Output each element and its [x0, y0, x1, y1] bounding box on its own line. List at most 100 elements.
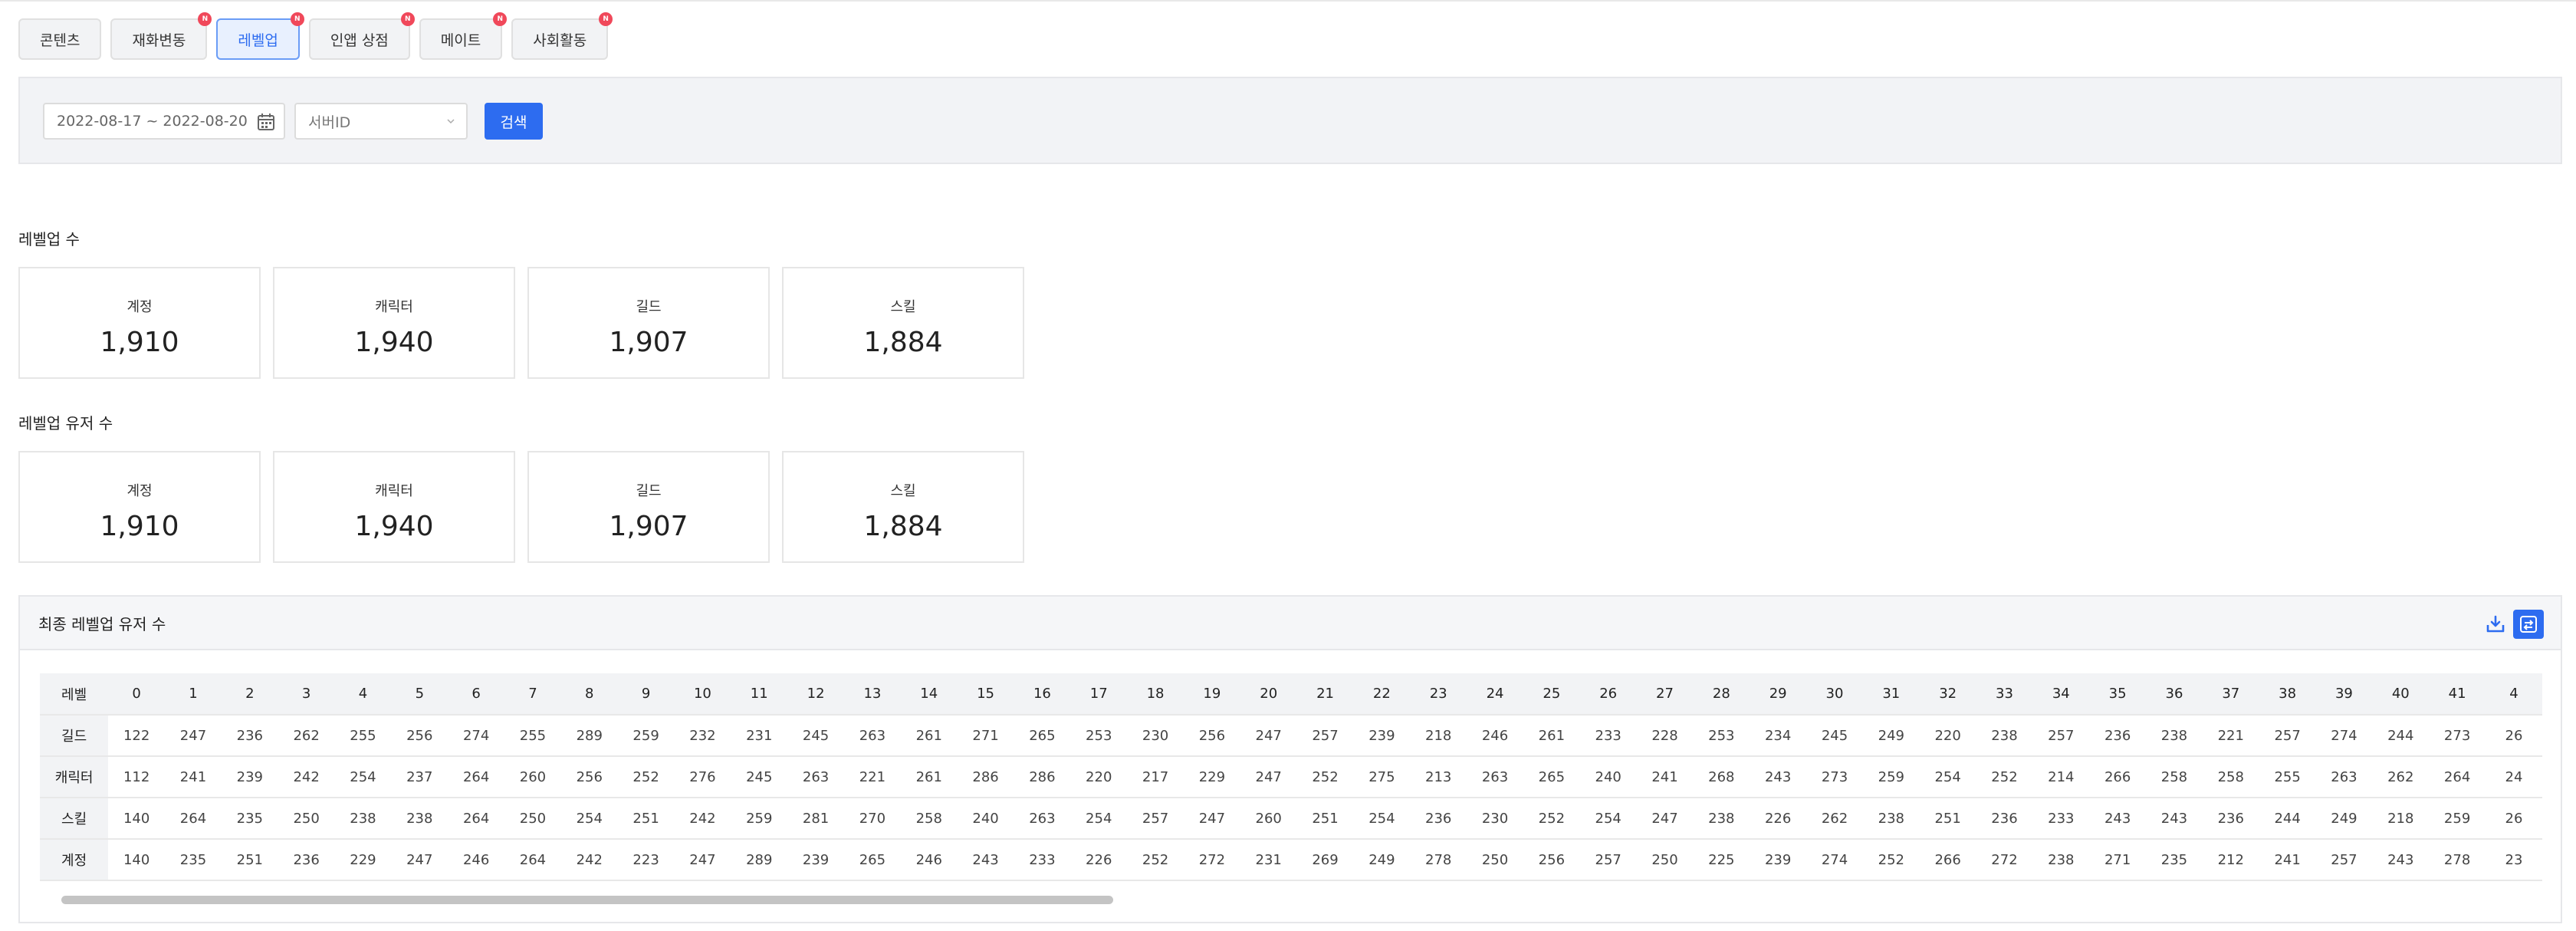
row-label: 스킬 — [40, 798, 109, 840]
panel-header: 최종 레벨업 유저 수 — [20, 597, 2561, 650]
table-cell: 221 — [844, 756, 901, 798]
table-cell: 239 — [787, 839, 844, 881]
table-cell: 239 — [1750, 839, 1807, 881]
table-cell: 253 — [1070, 715, 1128, 757]
table-cell: 265 — [1014, 715, 1071, 757]
table-cell: 274 — [2315, 715, 2373, 757]
table-cell: 252 — [1976, 756, 2033, 798]
table-cell: 271 — [957, 715, 1014, 757]
table-cell: 271 — [2089, 839, 2147, 881]
table-cell: 226 — [1750, 798, 1807, 840]
date-range-picker[interactable]: 2022-08-17 ~ 2022-08-20 — [43, 103, 285, 140]
server-id-placeholder: 서버ID — [308, 113, 351, 131]
table-cell: 24 — [2486, 756, 2542, 798]
table-cell: 220 — [1070, 756, 1128, 798]
table-cell: 242 — [674, 798, 731, 840]
level-header-cell: 4 — [334, 673, 392, 716]
table-cell: 264 — [165, 798, 222, 840]
stat-card-character: 캐릭터 1,940 — [273, 451, 515, 563]
table-scroll-area[interactable]: 레벨 0 1 2 3 4 5 6 7 8 9 10 11 12 13 14 15 16 17 18 19 20 21 22 2… — [40, 673, 2542, 888]
level-header-cell: 38 — [2259, 673, 2316, 716]
table-cell: 254 — [1579, 798, 1637, 840]
chevron-down-icon — [447, 119, 455, 124]
table-body: 길드 122 247 236 262 255 256 274 255 289 259 232 231 24… — [40, 715, 2542, 881]
card-value: 1,940 — [354, 327, 434, 358]
new-badge: N — [198, 12, 212, 26]
table-cell: 265 — [844, 839, 901, 881]
level-header-cell: 37 — [2202, 673, 2259, 716]
level-header-cell: 19 — [1183, 673, 1240, 716]
row-label: 계정 — [40, 839, 109, 881]
table-header-row: 레벨 0 1 2 3 4 5 6 7 8 9 10 11 12 13 14 15 16 17 18 19 20 21 22 2… — [40, 673, 2542, 716]
level-header-cell: 40 — [2372, 673, 2430, 716]
server-id-select[interactable]: 서버ID — [294, 103, 468, 140]
table-cell: 241 — [165, 756, 222, 798]
table-cell: 261 — [1523, 715, 1580, 757]
table-cell: 242 — [560, 839, 618, 881]
tab-social[interactable]: 사회활동 N — [511, 12, 613, 60]
table-row: 길드 122 247 236 262 255 256 274 255 289 259 232 231 24… — [40, 715, 2542, 757]
level-header-cell: 29 — [1750, 673, 1807, 716]
tab-label: 콘텐츠 — [40, 31, 80, 49]
table-cell: 243 — [2089, 798, 2147, 840]
panel-title: 최종 레벨업 유저 수 — [38, 614, 166, 633]
table-row: 계정 140 235 251 236 229 247 246 264 242 223 247 289 23… — [40, 839, 2542, 881]
table-cell: 140 — [108, 839, 166, 881]
table-cell: 228 — [1636, 715, 1694, 757]
table-cell: 218 — [2372, 798, 2430, 840]
table-cell: 254 — [334, 756, 392, 798]
table-cell: 238 — [391, 798, 449, 840]
level-header-cell: 3 — [278, 673, 335, 716]
table-cell: 225 — [1693, 839, 1750, 881]
tab-mate[interactable]: 메이트 N — [419, 12, 508, 60]
table-cell: 262 — [278, 715, 335, 757]
level-header-cell: 6 — [448, 673, 505, 716]
calendar-icon[interactable] — [256, 112, 276, 132]
table-cell: 235 — [221, 798, 278, 840]
level-header-cell: 5 — [391, 673, 449, 716]
table-cell: 232 — [674, 715, 731, 757]
table-cell: 268 — [1693, 756, 1750, 798]
new-badge: N — [599, 12, 613, 26]
table-cell: 264 — [2429, 756, 2486, 798]
table-cell: 244 — [2372, 715, 2430, 757]
table-cell: 221 — [2202, 715, 2259, 757]
date-range-value: 2022-08-17 ~ 2022-08-20 — [57, 113, 248, 130]
table-cell: 122 — [108, 715, 166, 757]
table-cell: 273 — [1806, 756, 1863, 798]
table-cell: 289 — [731, 839, 788, 881]
stat-card-guild: 길드 1,907 — [527, 451, 770, 563]
table-cell: 257 — [1579, 839, 1637, 881]
tab-inapp-store[interactable]: 인앱 상점 N — [308, 12, 415, 60]
table-cell: 244 — [2259, 798, 2316, 840]
level-header-cell: 9 — [617, 673, 675, 716]
table-cell: 239 — [1353, 715, 1411, 757]
table-cell: 252 — [1523, 798, 1580, 840]
filter-panel: 2022-08-17 ~ 2022-08-20 서버ID 검색 — [18, 77, 2562, 164]
scrollbar-thumb[interactable] — [61, 896, 1113, 904]
table-cell: 262 — [1806, 798, 1863, 840]
level-header-cell: 17 — [1070, 673, 1128, 716]
level-header-cell: 2 — [221, 673, 278, 716]
table-cell: 251 — [1296, 798, 1354, 840]
table-cell: 26 — [2486, 715, 2542, 757]
download-icon[interactable] — [2484, 613, 2507, 636]
search-button[interactable]: 검색 — [485, 103, 543, 140]
tab-content[interactable]: 콘텐츠 — [18, 18, 102, 60]
transpose-button[interactable] — [2513, 610, 2544, 639]
table-cell: 140 — [108, 798, 166, 840]
level-header-cell: 10 — [674, 673, 731, 716]
new-badge: N — [290, 12, 304, 26]
table-cell: 243 — [1750, 756, 1807, 798]
tab-currency-change[interactable]: 재화변동 N — [110, 12, 212, 60]
card-value: 1,884 — [863, 511, 943, 542]
tab-levelup[interactable]: 레벨업 N — [216, 12, 304, 60]
level-header-cell: 7 — [504, 673, 561, 716]
table-cell: 257 — [1127, 798, 1184, 840]
horizontal-scrollbar[interactable] — [40, 894, 2542, 905]
table-cell: 231 — [1240, 839, 1297, 881]
stat-card-account: 계정 1,910 — [18, 267, 261, 379]
table-cell: 286 — [957, 756, 1014, 798]
table-row: 캐릭터 112 241 239 242 254 237 264 260 256 252 276 245 2… — [40, 756, 2542, 798]
table-cell: 272 — [1976, 839, 2033, 881]
